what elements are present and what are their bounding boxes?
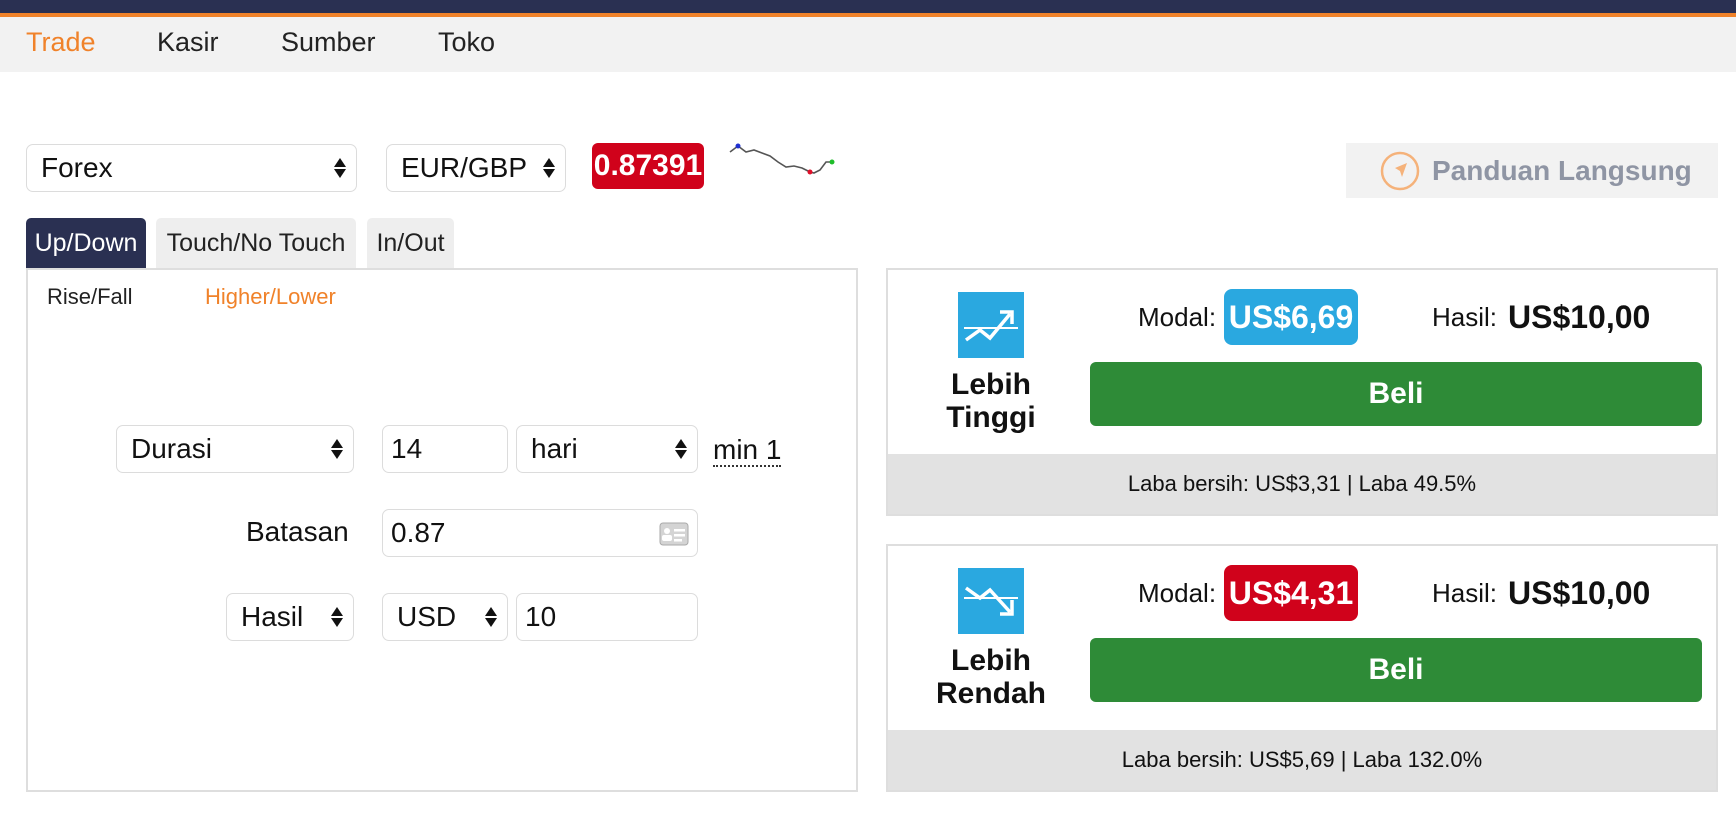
contract-title-lower: Lebih Rendah	[916, 644, 1066, 710]
select-arrows-icon	[674, 439, 688, 459]
select-arrows-icon	[330, 607, 344, 627]
contract-card-lower: Lebih Rendah Modal: US$4,31 Hasil: US$10…	[886, 544, 1718, 792]
payout-value-higher: US$10,00	[1508, 299, 1651, 335]
nav-sumber[interactable]: Sumber	[281, 27, 376, 58]
barrier-value: 0.87	[391, 517, 446, 548]
navigation-arrow-icon	[1380, 151, 1420, 190]
stake-label: Modal:	[1138, 302, 1217, 332]
contract-title-line2: Tinggi	[946, 401, 1036, 434]
select-arrows-icon	[330, 439, 344, 459]
payout-value-lower: US$10,00	[1508, 575, 1651, 611]
market-category-value: Forex	[41, 152, 113, 183]
amount-type-select[interactable]: Hasil	[226, 593, 354, 641]
nav-toko[interactable]: Toko	[438, 27, 495, 58]
payout-label: Hasil:	[1432, 578, 1498, 608]
contract-title-line2: Rendah	[935, 677, 1046, 710]
tab-in-out[interactable]: In/Out	[367, 218, 454, 268]
amount-value: 10	[525, 601, 557, 632]
currency-value: USD	[397, 601, 457, 632]
currency-pair-select[interactable]: EUR/GBP	[386, 144, 566, 192]
currency-pair-value: EUR/GBP	[401, 152, 528, 183]
live-guide-button[interactable]: Panduan Langsung	[1346, 143, 1718, 198]
amount-input[interactable]: 10	[516, 593, 698, 641]
price-sparkline	[729, 143, 835, 175]
tab-up-down[interactable]: Up/Down	[26, 218, 146, 268]
trade-form-panel: Rise/Fall Higher/Lower Durasi 14 hari mi…	[26, 268, 858, 792]
select-arrows-icon	[484, 607, 498, 627]
select-arrows-icon	[333, 158, 347, 178]
stake-badge-higher: US$6,69	[1224, 289, 1358, 345]
duration-unit-select[interactable]: hari	[516, 425, 698, 473]
payout-label: Hasil:	[1432, 302, 1498, 332]
profit-info-lower: Laba bersih: US$5,69 | Laba 132.0%	[888, 730, 1716, 790]
stake-badge-lower: US$4,31	[1224, 565, 1358, 621]
sparkline-current-dot	[829, 159, 835, 165]
duration-unit-value: hari	[531, 433, 578, 464]
sparkline-low-dot	[807, 169, 813, 175]
contract-title-line1: Lebih	[951, 644, 1031, 677]
main-nav: Trade Kasir Sumber Toko	[0, 17, 1736, 72]
stake-label: Modal:	[1138, 578, 1217, 608]
top-bar	[0, 0, 1736, 13]
trend-down-icon	[958, 568, 1024, 634]
barrier-input[interactable]: 0.87	[382, 509, 698, 557]
contract-title-higher: Lebih Tinggi	[916, 368, 1066, 434]
subtab-rise-fall[interactable]: Rise/Fall	[47, 284, 133, 310]
buy-lower-button[interactable]: Beli	[1090, 638, 1702, 702]
contract-title-line1: Lebih	[951, 368, 1031, 401]
barrier-label: Batasan	[246, 516, 349, 547]
nav-kasir[interactable]: Kasir	[157, 27, 219, 58]
nav-trade[interactable]: Trade	[26, 27, 96, 58]
tab-touch-no-touch[interactable]: Touch/No Touch	[156, 218, 356, 268]
duration-value: 14	[391, 433, 423, 464]
spot-price-badge: 0.87391	[592, 143, 704, 189]
select-arrows-icon	[542, 158, 556, 178]
duration-input[interactable]: 14	[382, 425, 508, 473]
amount-type-value: Hasil	[241, 601, 304, 632]
currency-select[interactable]: USD	[382, 593, 508, 641]
buy-higher-button[interactable]: Beli	[1090, 362, 1702, 426]
duration-type-value: Durasi	[131, 433, 212, 464]
sparkline-high-dot	[735, 143, 741, 149]
contract-card-higher: Lebih Tinggi Modal: US$6,69 Hasil: US$10…	[886, 268, 1718, 516]
id-card-icon[interactable]	[659, 522, 689, 546]
subtab-higher-lower[interactable]: Higher/Lower	[205, 284, 336, 310]
duration-type-select[interactable]: Durasi	[116, 425, 354, 473]
trend-up-icon	[958, 292, 1024, 358]
duration-min-hint: min 1	[713, 434, 782, 467]
live-guide-label: Panduan Langsung	[1432, 154, 1692, 186]
profit-info-higher: Laba bersih: US$3,31 | Laba 49.5%	[888, 454, 1716, 514]
market-category-select[interactable]: Forex	[26, 144, 357, 192]
